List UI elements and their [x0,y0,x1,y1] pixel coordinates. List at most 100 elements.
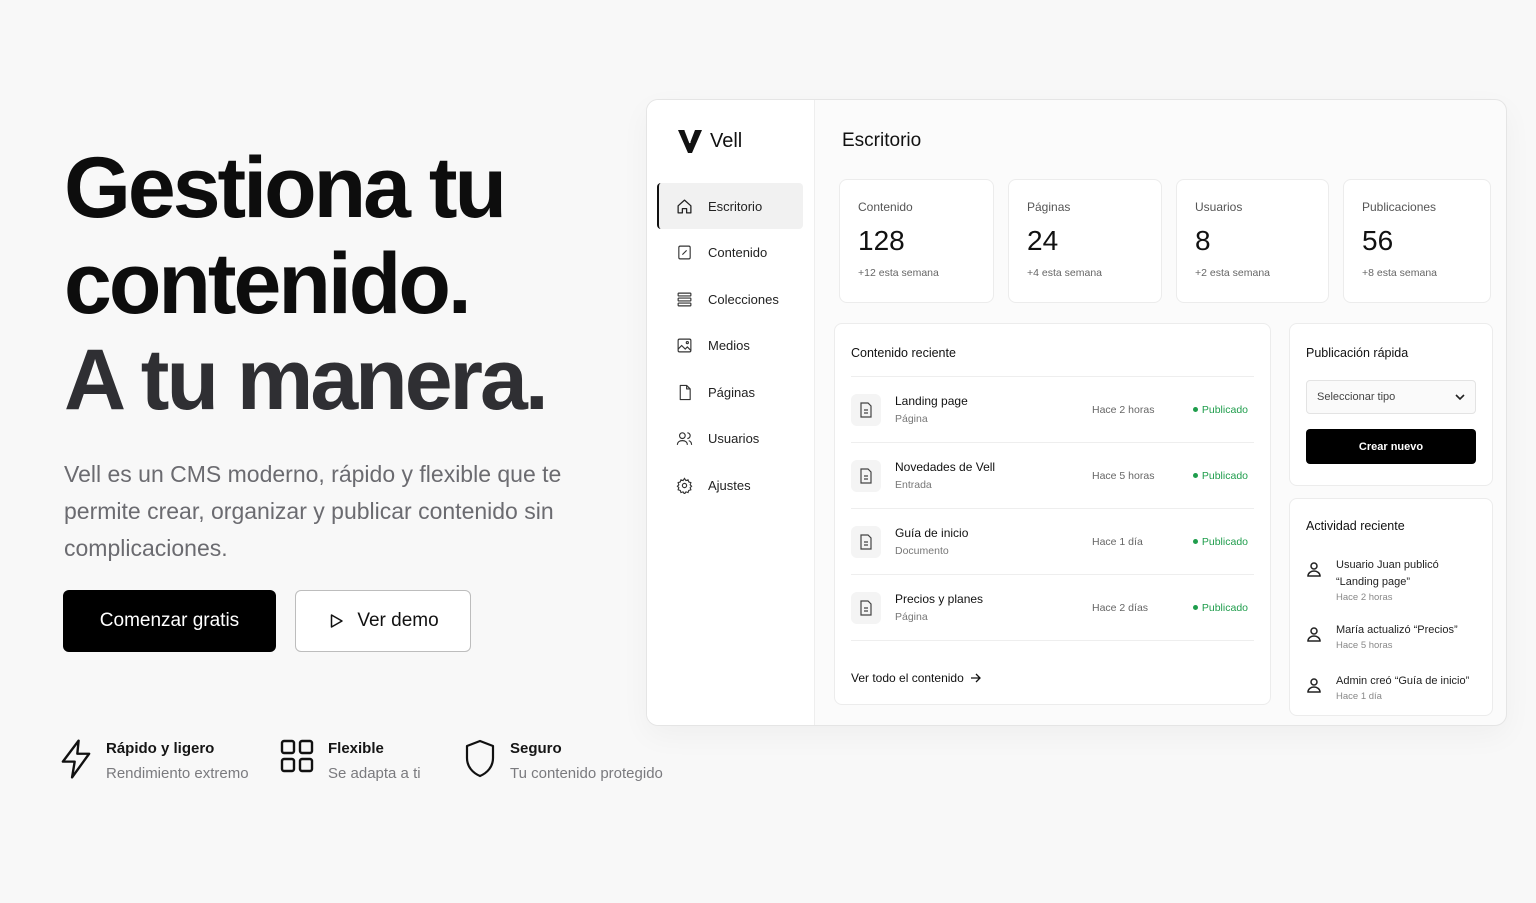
document-icon [851,525,881,558]
document-icon [851,459,881,492]
activity-time: Hace 2 horas [1336,592,1393,603]
sidebar-item-label: Contenido [708,245,768,261]
sidebar-item-colecciones[interactable]: Colecciones [657,276,803,322]
view-demo-label: Ver demo [357,610,439,631]
item-title: Precios y planes [895,592,984,606]
see-all-label: Ver todo el contenido [851,671,964,685]
status-badge: Publicado [1192,535,1248,548]
recent-list: Landing page Página Hace 2 horas Publicad… [851,376,1254,641]
sidebar-item-contenido[interactable]: Contenido [657,230,803,276]
stat-delta: +8 esta semana [1362,267,1438,279]
sidebar-item-label: Colecciones [708,291,779,307]
stat-label: Contenido [858,200,913,214]
hero-title-line3: A tu manera. [64,332,549,428]
document-icon [851,393,881,426]
start-free-button[interactable]: Comenzar gratis [63,590,276,652]
recent-content-card: Contenido reciente Landing page Página Ha… [834,323,1271,705]
list-item[interactable]: Guía de inicio Documento Hace 1 día Publi… [851,509,1254,575]
play-icon [331,614,344,628]
feature-fast: Rápido y ligero Rendimiento extremo [60,738,280,787]
user-icon [1307,678,1321,693]
home-icon [677,198,692,214]
create-new-button[interactable]: Crear nuevo [1306,429,1476,464]
stat-card-contenido: Contenido 128 +12 esta semana [839,179,994,303]
gear-icon [676,477,693,495]
card-title: Publicación rápida [1306,346,1409,360]
sidebar-item-label: Medios [708,338,750,354]
status-dot [1192,539,1198,544]
item-time: Hace 2 días [1092,601,1149,614]
type-select[interactable]: Seleccionar tipo [1306,380,1476,414]
activity-text: María actualizó “Precios” [1336,624,1458,636]
hero-title-line1: Gestiona tu [64,140,507,236]
vell-logo-icon [678,129,702,153]
stat-value: 8 [1195,225,1211,256]
users-icon [676,432,693,446]
sidebar-item-label: Escritorio [708,198,763,214]
status-dot [1192,473,1198,478]
see-all-content-link[interactable]: Ver todo el contenido [851,671,1254,685]
status-text: Publicado [1201,535,1248,548]
sidebar-item-label: Páginas [708,384,755,400]
recent-activity-card: Actividad reciente Usuario Juan publicó … [1289,498,1493,716]
features: Rápido y ligero Rendimiento extremo Flex… [60,738,663,787]
item-title: Novedades de Vell [895,460,996,474]
list-item[interactable]: Novedades de Vell Entrada Hace 5 horas Pu… [851,443,1254,509]
sidebar-item-ajustes[interactable]: Ajustes [657,463,803,509]
grid-icon [280,739,314,773]
document-icon [851,591,881,624]
status-text: Publicado [1201,469,1248,482]
user-icon [1307,562,1321,577]
status-text: Publicado [1201,403,1248,416]
list-item[interactable]: Precios y planes Página Hace 2 días Publi… [851,575,1254,641]
stat-value: 128 [858,225,905,256]
feature-title: Rápido y ligero [106,740,215,757]
app-preview: Vell Escritorio Contenido Colecciones Me… [646,99,1507,726]
collections-icon [677,292,692,307]
sidebar-item-escritorio[interactable]: Escritorio [657,183,803,229]
item-type: Página [895,413,928,425]
page-icon [679,384,691,401]
activity-item: Usuario Juan publicó “Landing page” Hace … [1306,557,1481,603]
stat-delta: +12 esta semana [858,267,939,279]
cta-row: Comenzar gratis Ver demo [63,590,471,652]
select-placeholder: Seleccionar tipo [1317,391,1396,403]
status-badge: Publicado [1192,469,1248,482]
view-demo-button[interactable]: Ver demo [295,590,471,652]
feature-title: Flexible [328,740,384,757]
stat-value: 56 [1362,225,1394,256]
shield-icon [465,739,495,778]
main-panel: Escritorio Contenido 128 +12 esta semana… [815,100,1506,725]
user-icon [1307,627,1321,642]
stats-row: Contenido 128 +12 esta semana Páginas 24… [839,179,1491,303]
lightning-icon [61,739,91,779]
quick-publish-card: Publicación rápida Seleccionar tipo Crea… [1289,323,1493,486]
stat-label: Páginas [1027,200,1071,214]
sidebar-item-usuarios[interactable]: Usuarios [657,416,803,462]
sidebar-item-paginas[interactable]: Páginas [657,369,803,415]
sidebar-item-label: Usuarios [708,431,760,447]
activity-item: Admin creó “Guía de inicio” Hace 1 día [1306,673,1481,702]
activity-item: María actualizó “Precios” Hace 5 horas [1306,622,1481,651]
activity-time: Hace 1 día [1336,691,1382,702]
status-dot [1192,605,1198,610]
item-time: Hace 5 horas [1092,469,1155,482]
status-badge: Publicado [1192,403,1248,416]
image-icon [677,338,692,353]
feature-title: Seguro [510,740,562,757]
hero-title-line2: contenido. [64,236,472,332]
brand-name: Vell [710,129,743,152]
brand[interactable]: Vell [677,128,742,154]
activity-time: Hace 5 horas [1336,640,1393,651]
feature-subtitle: Se adapta a ti [328,765,421,782]
arrow-right-icon [970,673,981,683]
item-time: Hace 2 horas [1092,403,1155,416]
stat-label: Publicaciones [1362,200,1437,214]
feature-subtitle: Rendimiento extremo [106,765,249,782]
item-title: Landing page [895,394,968,408]
list-item[interactable]: Landing page Página Hace 2 horas Publicad… [851,377,1254,443]
stat-card-paginas: Páginas 24 +4 esta semana [1008,179,1162,303]
page-title: Escritorio [842,130,922,151]
sidebar-item-medios[interactable]: Medios [657,323,803,369]
activity-text: Usuario Juan publicó “Landing page” [1336,559,1439,588]
